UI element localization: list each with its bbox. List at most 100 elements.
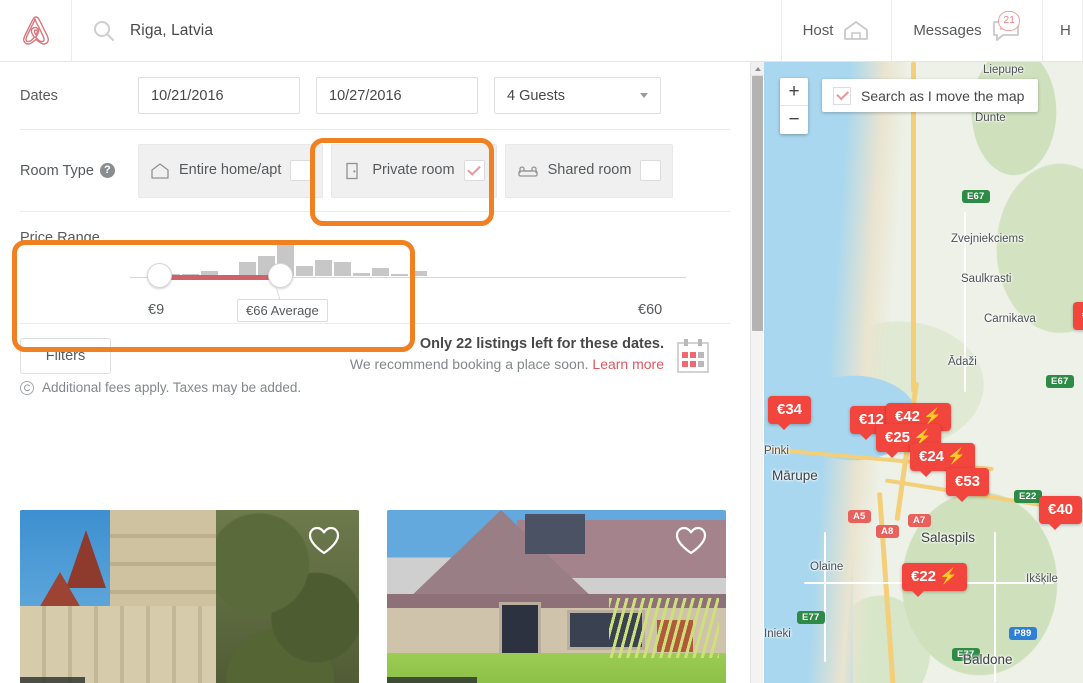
checkin-date-input[interactable]: 10/21/2016	[138, 77, 300, 114]
house-icon	[844, 20, 869, 40]
slider-max-handle[interactable]	[268, 263, 293, 288]
filter-bar: Dates 10/21/2016 10/27/2016 4 Guests Roo…	[0, 62, 750, 400]
room-type-row: Room Type ? Entire home/apt Private room…	[20, 130, 730, 212]
scarcity-notice-sub-text: We recommend booking a place soon.	[349, 356, 589, 372]
heart-icon[interactable]	[307, 524, 341, 556]
price-range-slider[interactable]: €9 €60 €66 Average	[130, 238, 686, 322]
search-input-value[interactable]: Riga, Latvia	[130, 22, 213, 40]
room-type-entire-home-checkbox[interactable]	[290, 160, 312, 181]
question-mark-icon[interactable]: ?	[99, 163, 115, 178]
room-type-options: Entire home/apt Private room Shared room	[138, 143, 674, 198]
price-min-value: €9	[148, 302, 165, 318]
heart-icon[interactable]	[674, 524, 708, 556]
results-scrollbar[interactable]	[750, 62, 764, 683]
histogram-bar	[315, 260, 332, 276]
site-header: Riga, Latvia Host Messages 21 H	[0, 0, 1083, 62]
map-place-label: Carnikava	[984, 313, 1036, 325]
road-shield: E67	[1046, 375, 1074, 388]
fees-note: C Additional fees apply. Taxes may be ad…	[20, 380, 301, 395]
histogram-bar	[410, 271, 427, 276]
airbnb-search-page: Riga, Latvia Host Messages 21 H Dates 10…	[0, 0, 1083, 683]
room-type-private-room[interactable]: Private room	[331, 143, 497, 198]
map-price-pin[interactable]: €24 ⚡	[910, 443, 975, 477]
scarcity-notice: Only 22 listings left for these dates. W…	[350, 336, 664, 372]
room-type-shared-room[interactable]: Shared room	[504, 143, 674, 198]
map-place-label: Olaine	[810, 561, 844, 573]
map-pin-price: €25	[885, 429, 911, 446]
search-bar[interactable]: Riga, Latvia	[72, 0, 782, 61]
nav-host[interactable]: Host	[782, 0, 892, 61]
room-type-shared-room-checkbox[interactable]	[640, 160, 662, 181]
map-pin-price: €40	[1048, 501, 1074, 518]
scroll-thumb[interactable]	[752, 76, 763, 331]
nav-messages[interactable]: Messages 21	[892, 0, 1043, 61]
listing-price-tag: €44	[20, 677, 86, 683]
road-shield: E77	[797, 611, 825, 624]
map-place-label: Pinki	[764, 445, 789, 457]
scroll-up-arrow[interactable]	[751, 62, 764, 76]
listing-card[interactable]: €44	[20, 510, 359, 683]
search-results-panel: Dates 10/21/2016 10/27/2016 4 Guests Roo…	[0, 62, 750, 683]
nav-messages-label: Messages	[913, 22, 982, 39]
map-place-label: Inieki	[764, 628, 791, 640]
map-place-label: Salaspils	[921, 530, 976, 545]
scarcity-notice-main: Only 22 listings left for these dates.	[419, 336, 664, 352]
copyright-icon: C	[20, 380, 34, 395]
map-panel[interactable]: E67 E67 A4 A5 A7 A8 E22 E77 E77 P89 Liep…	[764, 62, 1083, 683]
instant-book-icon: ⚡	[947, 448, 966, 465]
map-price-pin-partial[interactable]: €	[1073, 302, 1083, 336]
nav-help[interactable]: H	[1043, 0, 1083, 61]
checkout-date-input[interactable]: 10/27/2016	[316, 77, 478, 114]
map-price-pin[interactable]: €40	[1039, 496, 1083, 530]
zoom-in-button[interactable]: +	[780, 78, 808, 106]
airbnb-logo[interactable]	[0, 0, 72, 62]
histogram-bar	[296, 266, 313, 276]
price-max-value: €60	[638, 302, 663, 318]
messages-badge: 21	[998, 11, 1020, 31]
calendar-icon	[677, 339, 709, 373]
price-average-tooltip: €66 Average	[237, 299, 328, 322]
filters-button[interactable]: Filters	[20, 338, 111, 374]
road-shield: A5	[848, 510, 871, 523]
scarcity-notice-sub: We recommend booking a place soon. Learn…	[350, 356, 664, 372]
actions-row: Filters Only 22 listings left for these …	[20, 324, 730, 400]
chevron-down-icon	[640, 93, 648, 98]
room-type-entire-home-label: Entire home/apt	[179, 162, 282, 178]
map-price-pin[interactable]: €53	[946, 468, 990, 502]
listing-grid: €44 €22 ⚡	[20, 510, 726, 683]
map-place-label: Ādaži	[948, 356, 977, 368]
room-type-entire-home[interactable]: Entire home/apt	[138, 143, 324, 198]
map-place-label: Saulkrasti	[961, 273, 1012, 285]
fees-note-text: Additional fees apply. Taxes may be adde…	[42, 380, 302, 395]
slider-min-handle[interactable]	[147, 263, 172, 288]
map-pin-price: €24	[919, 448, 945, 465]
room-type-label: Room Type ?	[20, 163, 138, 179]
map-price-pin[interactable]: €34	[768, 396, 812, 430]
dates-row: Dates 10/21/2016 10/27/2016 4 Guests	[20, 62, 730, 130]
map-place-label: Baldone	[963, 652, 1013, 667]
map-zoom-controls[interactable]: + −	[780, 78, 808, 134]
map-price-pin[interactable]: €22 ⚡	[902, 563, 967, 597]
learn-more-link[interactable]: Learn more	[592, 356, 664, 372]
instant-book-icon: ⚡	[923, 408, 942, 425]
listing-card[interactable]: €22 ⚡	[387, 510, 726, 683]
map-place-label: Dunte	[975, 112, 1006, 124]
road-shield: E22	[1014, 490, 1042, 503]
search-as-i-move-checkbox[interactable]	[833, 86, 851, 105]
map-road-minor-2	[824, 532, 826, 662]
search-as-i-move-toggle[interactable]: Search as I move the map	[822, 79, 1039, 112]
map-pin-price: €42	[895, 408, 921, 425]
guests-select[interactable]: 4 Guests	[494, 77, 661, 114]
road-shield: E67	[962, 190, 990, 203]
histogram-bar	[372, 268, 389, 276]
door-icon	[346, 162, 359, 179]
zoom-out-button[interactable]: −	[780, 106, 808, 134]
room-type-label-text: Room Type	[20, 162, 94, 179]
room-type-private-room-checkbox[interactable]	[463, 160, 485, 181]
map-pin-price: €22	[911, 568, 937, 585]
histogram-bar	[239, 262, 256, 276]
room-type-private-room-label: Private room	[372, 162, 455, 178]
histogram-bar	[334, 262, 351, 276]
sofa-icon	[517, 165, 538, 177]
nav-help-label: H	[1060, 22, 1071, 39]
